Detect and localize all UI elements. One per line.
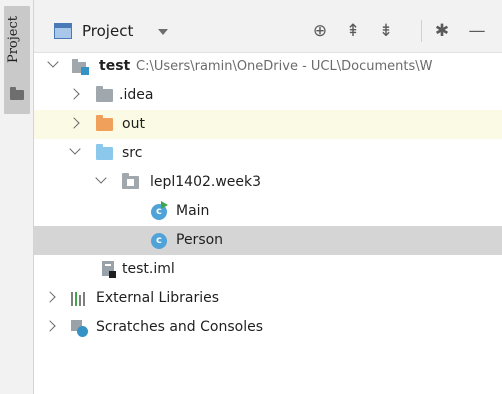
view-selector-label: Project — [82, 22, 134, 40]
chevron-right-icon[interactable] — [68, 88, 80, 100]
tree-item-label: Scratches and Consoles — [96, 319, 263, 335]
chevron-down-icon[interactable] — [69, 143, 81, 155]
tree-item-idea[interactable]: .idea — [34, 81, 502, 110]
tree-item-label: Main — [176, 203, 210, 219]
locate-icon[interactable]: ⊕ — [310, 21, 330, 41]
tree-item-out[interactable]: out — [34, 110, 502, 139]
gear-icon[interactable]: ✱ — [432, 21, 452, 41]
tree-item-label: out — [122, 116, 145, 132]
tree-item-label: lepl1402.week3 — [150, 174, 262, 190]
project-tree: test C:\Users\ramin\OneDrive - UCL\Docum… — [34, 52, 502, 394]
folder-icon — [96, 86, 113, 102]
tree-item-test[interactable]: test C:\Users\ramin\OneDrive - UCL\Docum… — [34, 52, 502, 81]
chevron-down-icon[interactable] — [47, 56, 59, 68]
source-folder-icon — [96, 144, 113, 160]
chevron-right-icon[interactable] — [44, 320, 56, 332]
tree-item-label: src — [122, 145, 143, 161]
collapse-all-icon[interactable]: ⇟ — [376, 21, 396, 41]
project-view-icon — [54, 23, 72, 39]
excluded-folder-icon — [96, 115, 113, 131]
hide-icon[interactable]: — — [467, 21, 487, 41]
java-class-runnable-icon: c — [151, 201, 168, 220]
java-class-icon: c — [151, 233, 167, 249]
project-tab-label: Project — [6, 16, 21, 64]
tree-item-scratches[interactable]: Scratches and Consoles — [34, 313, 502, 342]
tool-window-stripe: Project — [0, 0, 34, 394]
tree-item-label: test — [99, 58, 131, 74]
tree-item-label: External Libraries — [96, 290, 219, 306]
libraries-icon — [71, 292, 87, 306]
chevron-right-icon[interactable] — [44, 291, 56, 303]
tree-item-person[interactable]: c Person — [34, 226, 502, 255]
tree-item-iml[interactable]: test.iml — [34, 255, 502, 284]
project-module-icon — [72, 59, 89, 75]
project-panel-header: Project ⊕ ⇞ ⇟ ✱ — — [34, 0, 502, 53]
package-icon — [122, 173, 139, 189]
tree-item-label: test.iml — [122, 261, 175, 277]
folder-icon — [10, 87, 24, 100]
tree-item-src[interactable]: src — [34, 139, 502, 168]
chevron-right-icon[interactable] — [68, 117, 80, 129]
scratches-icon — [71, 320, 89, 337]
tree-item-main[interactable]: c Main — [34, 197, 502, 226]
module-file-icon — [102, 261, 116, 278]
expand-all-icon[interactable]: ⇞ — [343, 21, 363, 41]
chevron-down-icon — [158, 29, 168, 35]
tree-item-label: Person — [176, 232, 224, 248]
toolbar-divider — [421, 20, 422, 42]
project-tool-window-tab[interactable]: Project — [4, 6, 30, 114]
tree-item-package[interactable]: lepl1402.week3 — [34, 168, 502, 197]
tree-item-external-libraries[interactable]: External Libraries — [34, 284, 502, 313]
tree-item-path: C:\Users\ramin\OneDrive - UCL\Documents\… — [136, 59, 433, 74]
chevron-down-icon[interactable] — [95, 172, 107, 184]
tree-item-label: .idea — [119, 87, 154, 103]
